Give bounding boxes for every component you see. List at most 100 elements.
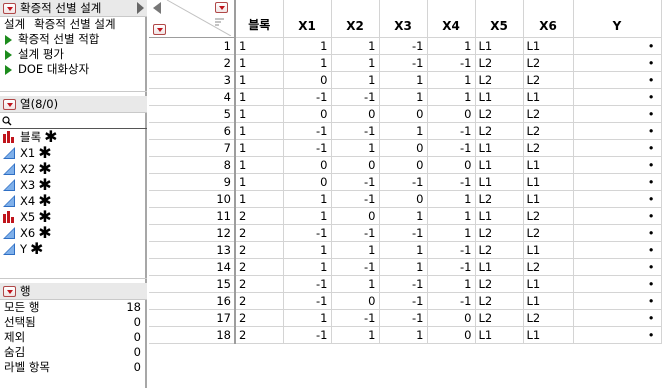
table-cell[interactable]: 1 [235, 173, 284, 191]
table-cell[interactable]: L2 [475, 71, 524, 89]
table-cell[interactable]: 1 [379, 71, 428, 89]
table-cell[interactable]: -1 [283, 122, 332, 140]
table-cell[interactable]: 1 [379, 122, 428, 140]
missing-value-cell[interactable]: • [573, 37, 662, 55]
table-cell[interactable]: 1 [331, 139, 380, 157]
table-cell[interactable]: L2 [523, 54, 574, 72]
missing-value-cell[interactable]: • [573, 224, 662, 242]
missing-value-cell[interactable]: • [573, 190, 662, 208]
table-cell[interactable]: L2 [523, 122, 574, 140]
table-cell[interactable]: -1 [379, 54, 428, 72]
table-cell[interactable]: -1 [427, 122, 476, 140]
table-row[interactable]: 5 1 0 0 0 0 L2 L2 • [149, 105, 662, 123]
table-cell[interactable]: 1 [331, 54, 380, 72]
table-cell[interactable]: L1 [523, 173, 574, 191]
table-cell[interactable]: 1 [379, 88, 428, 106]
table-cell[interactable]: 2 [235, 292, 284, 310]
table-cell[interactable]: 1 [427, 37, 476, 55]
table-cell[interactable]: 0 [331, 156, 380, 174]
play-icon[interactable] [5, 64, 12, 75]
column-item[interactable]: 블록 ✱ [0, 129, 147, 145]
table-cell[interactable]: 1 [427, 275, 476, 293]
column-header[interactable]: 블록 [235, 0, 284, 38]
table-cell[interactable]: 0 [379, 156, 428, 174]
missing-value-cell[interactable]: • [573, 139, 662, 157]
column-item[interactable]: X2 ✱ [0, 161, 147, 177]
column-item[interactable]: X3 ✱ [0, 177, 147, 193]
table-cell[interactable]: L1 [475, 156, 524, 174]
table-cell[interactable]: -1 [427, 139, 476, 157]
missing-value-cell[interactable]: • [573, 326, 662, 344]
column-header[interactable]: X5 [475, 0, 524, 38]
table-cell[interactable]: 1 [427, 88, 476, 106]
column-search-field[interactable] [0, 114, 147, 129]
table-cell[interactable]: L2 [475, 122, 524, 140]
table-cell[interactable]: 0 [283, 71, 332, 89]
missing-value-cell[interactable]: • [573, 54, 662, 72]
grid-row-menu-icon[interactable] [153, 24, 166, 35]
missing-value-cell[interactable]: • [573, 258, 662, 276]
table-row[interactable]: 4 1 -1 -1 1 1 L1 L1 • [149, 88, 662, 106]
table-cell[interactable]: -1 [379, 275, 428, 293]
table-cell[interactable]: 2 [235, 241, 284, 259]
table-cell[interactable]: 1 [235, 122, 284, 140]
table-row[interactable]: 3 1 0 1 1 1 L2 L2 • [149, 71, 662, 89]
table-cell[interactable]: L1 [523, 275, 574, 293]
row-number[interactable]: 4 [149, 88, 236, 106]
table-cell[interactable]: L1 [475, 173, 524, 191]
column-property-icon[interactable]: ✱ [38, 161, 51, 177]
table-cell[interactable]: 1 [283, 207, 332, 225]
table-cell[interactable]: L2 [523, 105, 574, 123]
table-cell[interactable]: 2 [235, 275, 284, 293]
table-cell[interactable]: 1 [331, 241, 380, 259]
table-cell[interactable]: L1 [475, 139, 524, 157]
missing-value-cell[interactable]: • [573, 173, 662, 191]
table-cell[interactable]: L2 [523, 71, 574, 89]
row-number[interactable]: 6 [149, 122, 236, 140]
column-property-icon[interactable]: ✱ [38, 193, 51, 209]
table-cell[interactable]: 1 [379, 326, 428, 344]
missing-value-cell[interactable]: • [573, 292, 662, 310]
table-cell[interactable]: 1 [283, 309, 332, 327]
table-row[interactable]: 9 1 0 -1 -1 -1 L1 L1 • [149, 173, 662, 191]
table-cell[interactable]: L2 [475, 224, 524, 242]
table-cell[interactable]: 2 [235, 207, 284, 225]
table-cell[interactable]: L2 [523, 258, 574, 276]
table-cell[interactable]: L2 [475, 275, 524, 293]
table-cell[interactable]: -1 [283, 88, 332, 106]
column-item[interactable]: X5 ✱ [0, 209, 147, 225]
table-cell[interactable]: -1 [331, 173, 380, 191]
table-cell[interactable]: L1 [523, 37, 574, 55]
column-item[interactable]: X1 ✱ [0, 145, 147, 161]
table-cell[interactable]: -1 [331, 122, 380, 140]
table-cell[interactable]: -1 [283, 139, 332, 157]
table-cell[interactable]: 0 [427, 309, 476, 327]
table-row[interactable]: 15 2 -1 1 -1 1 L2 L1 • [149, 275, 662, 293]
table-row[interactable]: 11 2 1 0 1 1 L1 L2 • [149, 207, 662, 225]
table-cell[interactable]: -1 [379, 37, 428, 55]
column-property-icon[interactable]: ✱ [38, 209, 51, 225]
table-row[interactable]: 7 1 -1 1 0 -1 L1 L2 • [149, 139, 662, 157]
table-row[interactable]: 8 1 0 0 0 0 L1 L1 • [149, 156, 662, 174]
row-number[interactable]: 15 [149, 275, 236, 293]
play-icon[interactable] [5, 34, 12, 45]
table-cell[interactable]: 1 [379, 258, 428, 276]
table-cell[interactable]: L1 [475, 258, 524, 276]
table-cell[interactable]: L1 [523, 326, 574, 344]
missing-value-cell[interactable]: • [573, 122, 662, 140]
table-cell[interactable]: -1 [283, 326, 332, 344]
table-cell[interactable]: -1 [283, 224, 332, 242]
grid-header-menu-icon[interactable] [215, 2, 228, 13]
table-cell[interactable]: 1 [427, 71, 476, 89]
script-item[interactable]: DOE 대화상자 [0, 62, 147, 77]
table-cell[interactable]: -1 [379, 173, 428, 191]
table-cell[interactable]: -1 [427, 54, 476, 72]
table-cell[interactable]: L1 [523, 241, 574, 259]
table-cell[interactable]: 0 [331, 105, 380, 123]
table-cell[interactable]: L2 [475, 54, 524, 72]
table-cell[interactable]: 1 [235, 139, 284, 157]
table-cell[interactable]: 0 [427, 105, 476, 123]
table-cell[interactable]: 0 [283, 173, 332, 191]
rows-menu-icon[interactable] [3, 285, 16, 297]
table-cell[interactable]: L1 [475, 88, 524, 106]
